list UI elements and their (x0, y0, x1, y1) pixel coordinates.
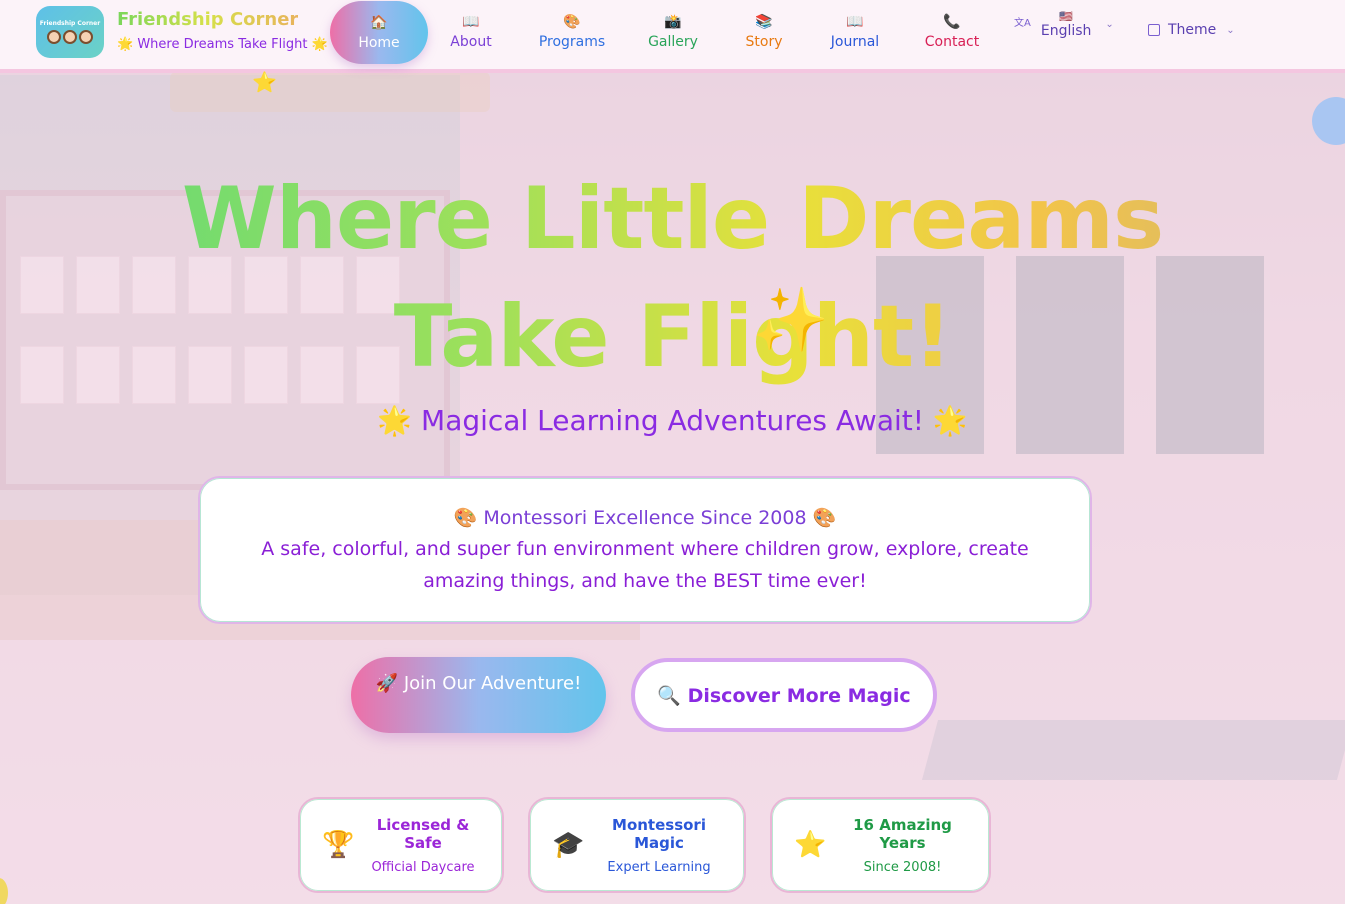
brand-title[interactable]: Friendship Corner (117, 9, 298, 30)
theme-selector[interactable]: Theme ⌄ (1148, 22, 1235, 38)
intro-text: A safe, colorful, and super fun environm… (261, 538, 1029, 592)
logo-text: Friendship Corner (39, 20, 101, 27)
intro-card: 🎨 Montessori Excellence Since 2008 🎨 A s… (198, 476, 1092, 624)
language-label: English (1040, 23, 1092, 39)
nav-programs-label: Programs (538, 34, 606, 50)
discover-more-button[interactable]: 🔍 Discover More Magic (631, 658, 937, 732)
chevron-down-icon: ⌄ (1226, 24, 1235, 36)
nav-journal[interactable]: 📖 Journal (828, 6, 882, 58)
trophy-icon: 🏆 (322, 830, 355, 860)
us-flag-icon: 🇺🇸 (1059, 10, 1073, 23)
nav-home[interactable]: 🏠 Home (330, 1, 428, 64)
camera-icon: 📸 (664, 14, 682, 30)
palette-icon (1148, 24, 1160, 36)
nav-gallery-label: Gallery (648, 34, 698, 50)
nav-gallery[interactable]: 📸 Gallery (646, 6, 700, 58)
hero-subtitle: 🌟 Magical Learning Adventures Await! 🌟 (377, 404, 968, 437)
logo-faces-icon (47, 30, 93, 44)
badge-years: ⭐ 16 Amazing Years Since 2008! (770, 797, 991, 893)
badge-licensed: 🏆 Licensed & Safe Official Daycare (298, 797, 504, 893)
nav-home-label: Home (358, 34, 400, 51)
nav-about[interactable]: 📖 About (448, 6, 494, 58)
language-selector[interactable]: 文A 🇺🇸 English ⌄ (1014, 10, 1114, 39)
phone-icon: 📞 (943, 14, 961, 30)
chevron-down-icon: ⌄ (1105, 19, 1114, 30)
badge-title: Montessori Magic (612, 815, 706, 852)
floating-star-icon: ⭐ (252, 70, 277, 94)
nav-story[interactable]: 📚 Story (742, 6, 786, 58)
badge-subtitle: Official Daycare (371, 859, 475, 875)
book-icon: 📖 (846, 14, 864, 30)
sparkle-icon: ✨ (752, 283, 830, 356)
badge-title: Licensed & Safe (376, 815, 470, 852)
nav-story-label: Story (745, 34, 783, 50)
badge-subtitle: Expert Learning (607, 859, 711, 875)
palette-icon: 🎨 (563, 14, 581, 30)
nav-about-label: About (450, 34, 492, 50)
star-icon: ⭐ (794, 830, 827, 860)
badge-title: 16 Amazing Years (853, 815, 952, 852)
badge-subtitle: Since 2008! (863, 859, 942, 875)
book-icon: 📖 (462, 14, 480, 30)
intro-heading: 🎨 Montessori Excellence Since 2008 🎨 (453, 507, 837, 529)
graduation-cap-icon: 🎓 (552, 830, 585, 860)
theme-label: Theme (1168, 22, 1217, 38)
join-adventure-button[interactable]: 🚀 Join Our Adventure! (351, 657, 606, 733)
books-icon: 📚 (755, 14, 773, 30)
house-icon: 🏠 (370, 14, 388, 31)
nav-journal-label: Journal (830, 34, 880, 50)
site-logo[interactable]: Friendship Corner (36, 6, 104, 58)
translate-icon: 文A (1014, 18, 1031, 29)
nav-contact-label: Contact (924, 34, 980, 50)
badge-montessori: 🎓 Montessori Magic Expert Learning (528, 797, 746, 893)
site-header: Friendship Corner Friendship Corner 🌟 Wh… (0, 0, 1345, 73)
nav-contact[interactable]: 📞 Contact (924, 6, 980, 58)
nav-programs[interactable]: 🎨 Programs (538, 6, 606, 58)
hero-background-image (0, 0, 1345, 904)
hero-title: Where Little Dreams Take Flight! (60, 160, 1285, 396)
brand-tagline: 🌟 Where Dreams Take Flight 🌟 (117, 37, 328, 52)
